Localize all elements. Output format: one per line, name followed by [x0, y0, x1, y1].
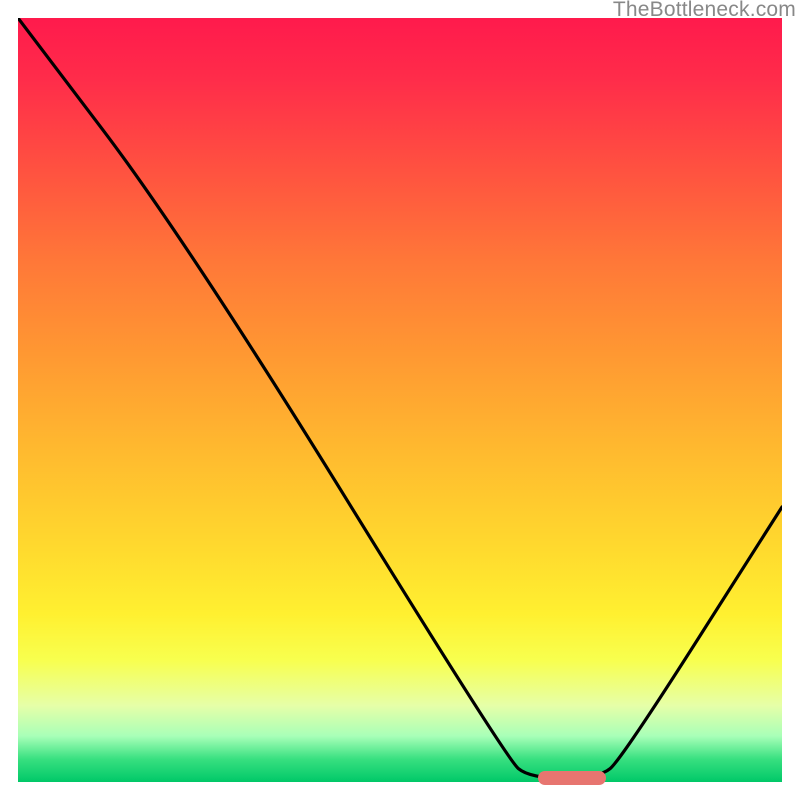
watermark-text: TheBottleneck.com [613, 0, 796, 22]
curve-layer [18, 18, 782, 782]
optimal-range-marker [538, 771, 607, 785]
plot-area [18, 18, 782, 782]
bottleneck-curve [18, 18, 782, 778]
bottleneck-chart: TheBottleneck.com [0, 0, 800, 800]
